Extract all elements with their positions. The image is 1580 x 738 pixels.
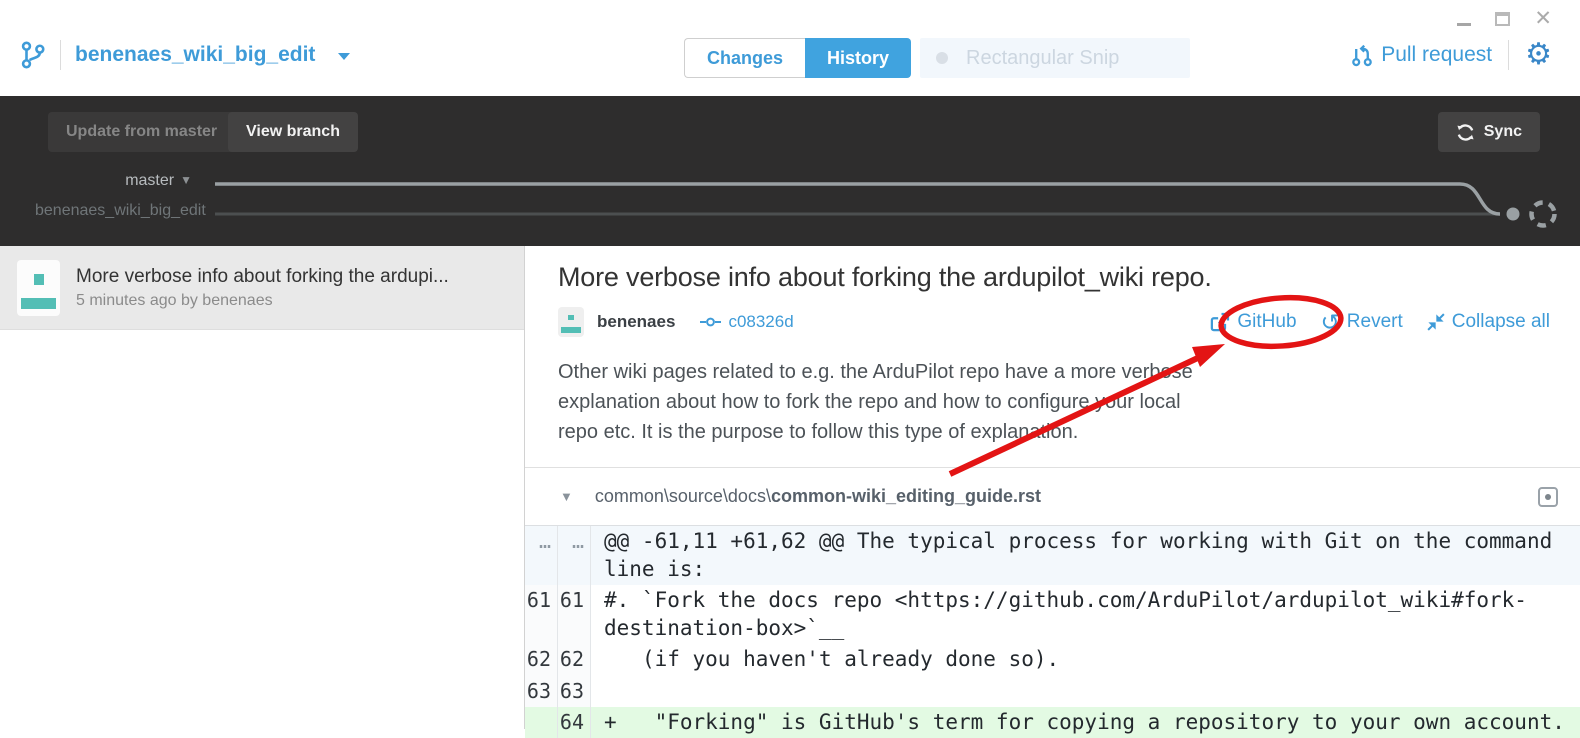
file-modified-icon [1538,487,1558,507]
new-line-number: 64 [558,707,591,738]
tab-history[interactable]: History [805,38,911,78]
pull-request-icon [1351,42,1373,68]
commit-author: benenaes [597,312,675,332]
branch-curve [1460,184,1500,214]
github-link[interactable]: GitHub [1210,311,1296,333]
snip-dot-icon [936,52,948,64]
commit-meta-row: benenaes c08326d GitHub [558,307,1580,337]
branch-graph [0,96,1580,246]
diff-added-row: 64 + "Forking" is GitHub's term for copy… [525,707,1580,738]
commit-history-list: More verbose info about forking the ardu… [0,246,525,729]
file-path: common\source\docs\common-wiki_editing_g… [595,486,1041,507]
collapse-icon [1427,313,1445,331]
diff-view: … … @@ -61,11 +61,62 @@ The typical proc… [525,525,1580,738]
diff-code [591,676,1580,707]
diff-code: (if you haven't already done so). [591,644,1580,676]
close-icon[interactable]: ✕ [1534,9,1552,29]
commit-icon [700,315,721,329]
collapse-triangle-icon[interactable]: ▼ [560,489,573,504]
diff-context-row: 62 62 (if you haven't already done so). [525,644,1580,676]
diff-code: + "Forking" is GitHub's term for copying… [591,707,1580,738]
gear-icon[interactable]: ⚙ [1525,40,1552,70]
branch-toolbar-and-graph: Update from master View branch Sync mast… [0,96,1580,246]
revert-icon: ↺ [1321,313,1340,331]
old-line-number: 63 [525,676,558,707]
maximize-icon[interactable] [1495,12,1510,26]
pull-request-button[interactable]: Pull request [1351,42,1492,68]
tab-changes[interactable]: Changes [684,38,805,78]
commit-detail-panel: More verbose info about forking the ardu… [525,246,1580,729]
header-actions: Pull request ⚙ [1351,40,1552,70]
diff-context-row: 63 63 [525,676,1580,707]
snipping-tool-ghost-overlay: Rectangular Snip [920,38,1190,78]
commit-description: Other wiki pages related to e.g. the Ard… [558,357,1580,447]
collapse-all-link[interactable]: Collapse all [1427,311,1550,333]
revert-link[interactable]: ↺ Revert [1321,311,1403,333]
new-line-number: 63 [558,676,591,707]
window-controls: ✕ [1457,8,1552,30]
old-line-number: 61 [525,585,558,644]
commit-sha[interactable]: c08326d [728,312,793,332]
old-line-number: 62 [525,644,558,676]
new-line-number: … [558,526,591,585]
new-line-number: 61 [558,585,591,644]
view-tabs: Changes History [684,38,911,78]
diff-code: @@ -61,11 +61,62 @@ The typical process … [591,526,1580,585]
diff-hunk-row: … … @@ -61,11 +61,62 @@ The typical proc… [525,526,1580,585]
commit-actions: GitHub ↺ Revert Collapse all [1210,311,1550,333]
new-line-number: 62 [558,644,591,676]
commit-list-item-selected[interactable]: More verbose info about forking the ardu… [0,246,524,330]
commit-item-title: More verbose info about forking the ardu… [76,266,449,288]
diff-file-header[interactable]: ▼ common\source\docs\common-wiki_editing… [525,467,1580,525]
avatar [17,260,60,316]
chevron-down-icon [338,53,350,60]
diff-context-row: 61 61 #. `Fork the docs repo <https://gi… [525,585,1580,644]
old-line-number [525,707,558,738]
old-line-number: … [525,526,558,585]
minimize-icon[interactable] [1457,23,1471,26]
pull-request-label: Pull request [1381,43,1492,67]
content-area: More verbose info about forking the ardu… [0,246,1580,729]
repo-switcher[interactable]: benenaes_wiki_big_edit [20,40,350,70]
divider [1508,40,1509,70]
head-ring-icon[interactable] [1532,203,1555,226]
file-name: common-wiki_editing_guide.rst [771,486,1041,506]
current-repo-name: benenaes_wiki_big_edit [75,43,315,67]
diff-code: #. `Fork the docs repo <https://github.c… [591,585,1580,644]
commit-title: More verbose info about forking the ardu… [558,262,1580,293]
title-bar: ✕ benenaes_wiki_big_edit Changes History… [0,0,1580,96]
avatar [558,307,584,337]
git-branch-icon [20,40,46,70]
commit-dot[interactable] [1507,208,1520,221]
commit-item-meta: 5 minutes ago by benenaes [76,292,449,310]
divider [60,40,61,70]
external-link-icon [1210,312,1230,332]
